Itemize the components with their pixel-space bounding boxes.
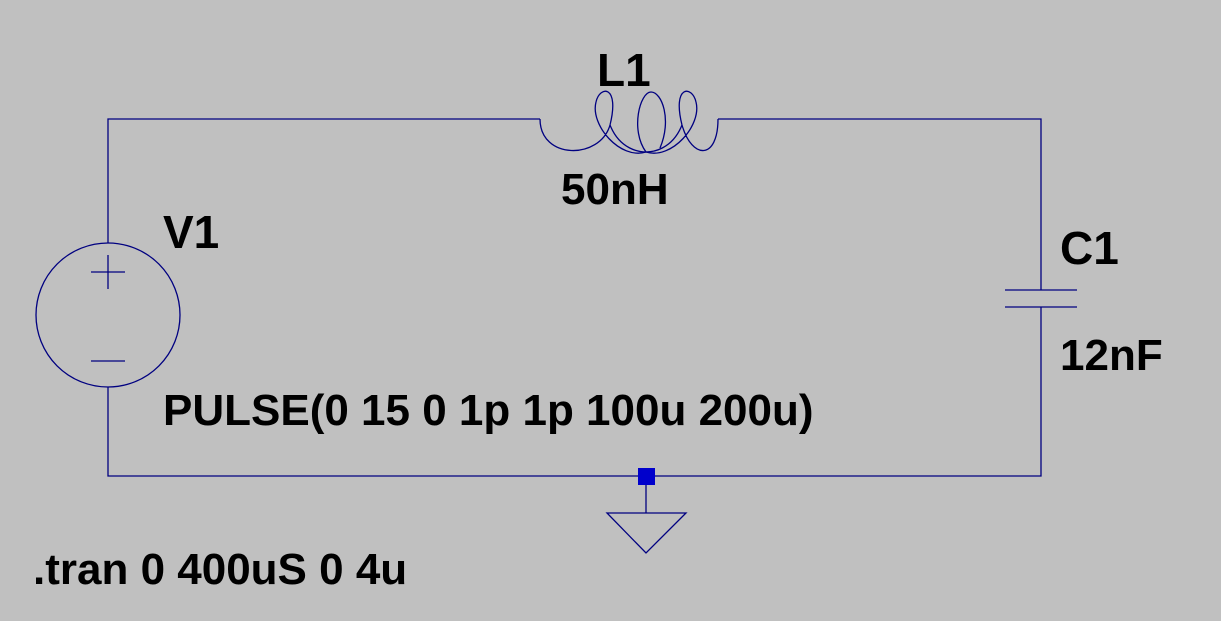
capacitor-value-label[interactable]: 12nF [1060,334,1163,378]
capacitor-name-label[interactable]: C1 [1060,225,1119,271]
capacitor-symbol[interactable] [1005,289,1077,308]
wire-top-right[interactable] [718,118,1042,290]
inductor-name-label[interactable]: L1 [597,47,651,93]
junction-dot[interactable] [638,468,655,485]
inductor-symbol[interactable] [539,90,719,154]
source-value-label[interactable]: PULSE(0 15 0 1p 1p 100u 200u) [163,389,814,433]
source-name-label[interactable]: V1 [163,209,219,255]
inductor-value-label[interactable]: 50nH [561,168,669,212]
spice-directive[interactable]: .tran 0 400uS 0 4u [33,548,407,592]
ground-symbol[interactable] [605,512,688,554]
voltage-source-symbol[interactable] [35,242,181,388]
